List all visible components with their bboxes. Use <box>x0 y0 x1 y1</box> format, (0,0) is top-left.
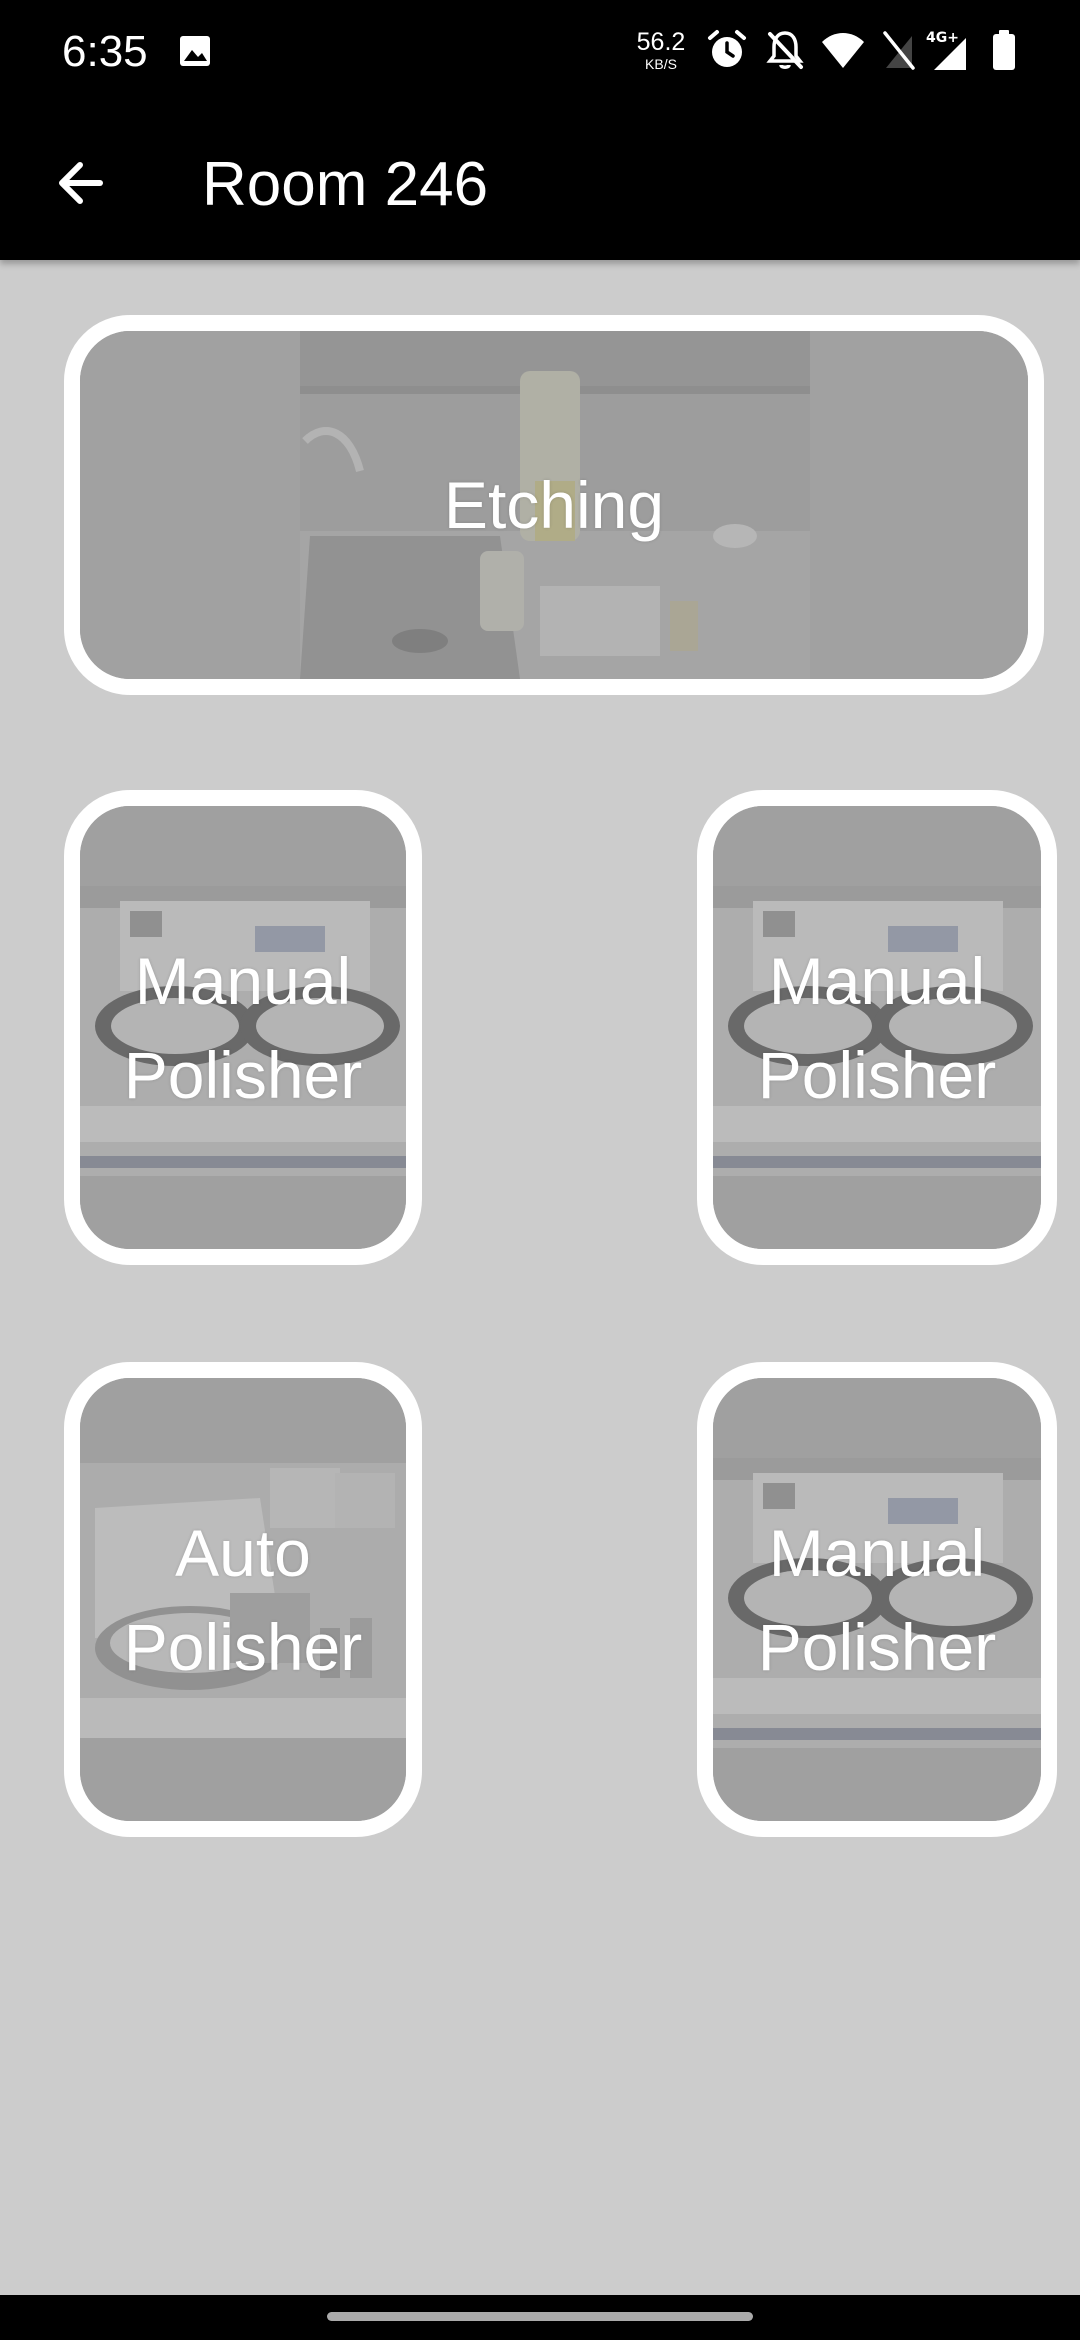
back-button[interactable] <box>40 143 120 223</box>
tile-label-line: Polisher <box>123 1609 363 1684</box>
tile-label: Etching <box>80 331 1028 679</box>
tile-label-line: Etching <box>443 468 665 542</box>
bell-off-icon <box>766 31 804 69</box>
no-sim-icon <box>883 31 915 70</box>
tile-label: Manual Polisher <box>80 806 406 1249</box>
tile-manual-polisher[interactable]: Manual Polisher <box>64 790 422 1265</box>
tile-label: Auto Polisher <box>80 1378 406 1821</box>
network-speed: 56.2 KB/S <box>636 28 686 72</box>
tile-label-line: Auto <box>175 1515 311 1590</box>
tile-label-line: Manual <box>134 943 352 1018</box>
tile-label: Manual Polisher <box>713 806 1041 1249</box>
tile-label-line: Polisher <box>757 1037 997 1112</box>
screen: 6:35 56.2 KB/S 4G+ Room 246 Etching Manu… <box>0 0 1080 2340</box>
tile-etching[interactable]: Etching <box>64 315 1044 695</box>
home-gesture-handle[interactable] <box>327 2312 753 2321</box>
battery-icon <box>993 30 1015 70</box>
tile-label-line: Polisher <box>123 1037 363 1112</box>
status-time: 6:35 <box>62 27 148 76</box>
network-speed-unit: KB/S <box>645 56 677 72</box>
network-speed-value: 56.2 <box>636 28 686 56</box>
tile-label-line: Polisher <box>757 1609 997 1684</box>
navigation-bar <box>0 2295 1080 2340</box>
status-bar: 6:35 56.2 KB/S 4G+ <box>0 0 1080 105</box>
app-bar: Room 246 <box>0 105 1080 260</box>
signal-4g-icon: 4G+ <box>926 30 966 70</box>
tile-label-line: Manual <box>768 1515 986 1590</box>
tile-manual-polisher[interactable]: Manual Polisher <box>697 790 1057 1265</box>
tile-label-line: Manual <box>768 943 986 1018</box>
image-notification-icon <box>180 36 210 66</box>
svg-text:4G+: 4G+ <box>926 30 959 46</box>
tile-auto-polisher[interactable]: Auto Polisher <box>64 1362 422 1837</box>
page-title: Room 246 <box>202 150 489 219</box>
arrow-left-icon <box>59 162 103 204</box>
wifi-icon <box>822 33 864 68</box>
alarm-icon <box>708 30 746 67</box>
tile-manual-polisher[interactable]: Manual Polisher <box>697 1362 1057 1837</box>
tile-label: Manual Polisher <box>713 1378 1041 1821</box>
